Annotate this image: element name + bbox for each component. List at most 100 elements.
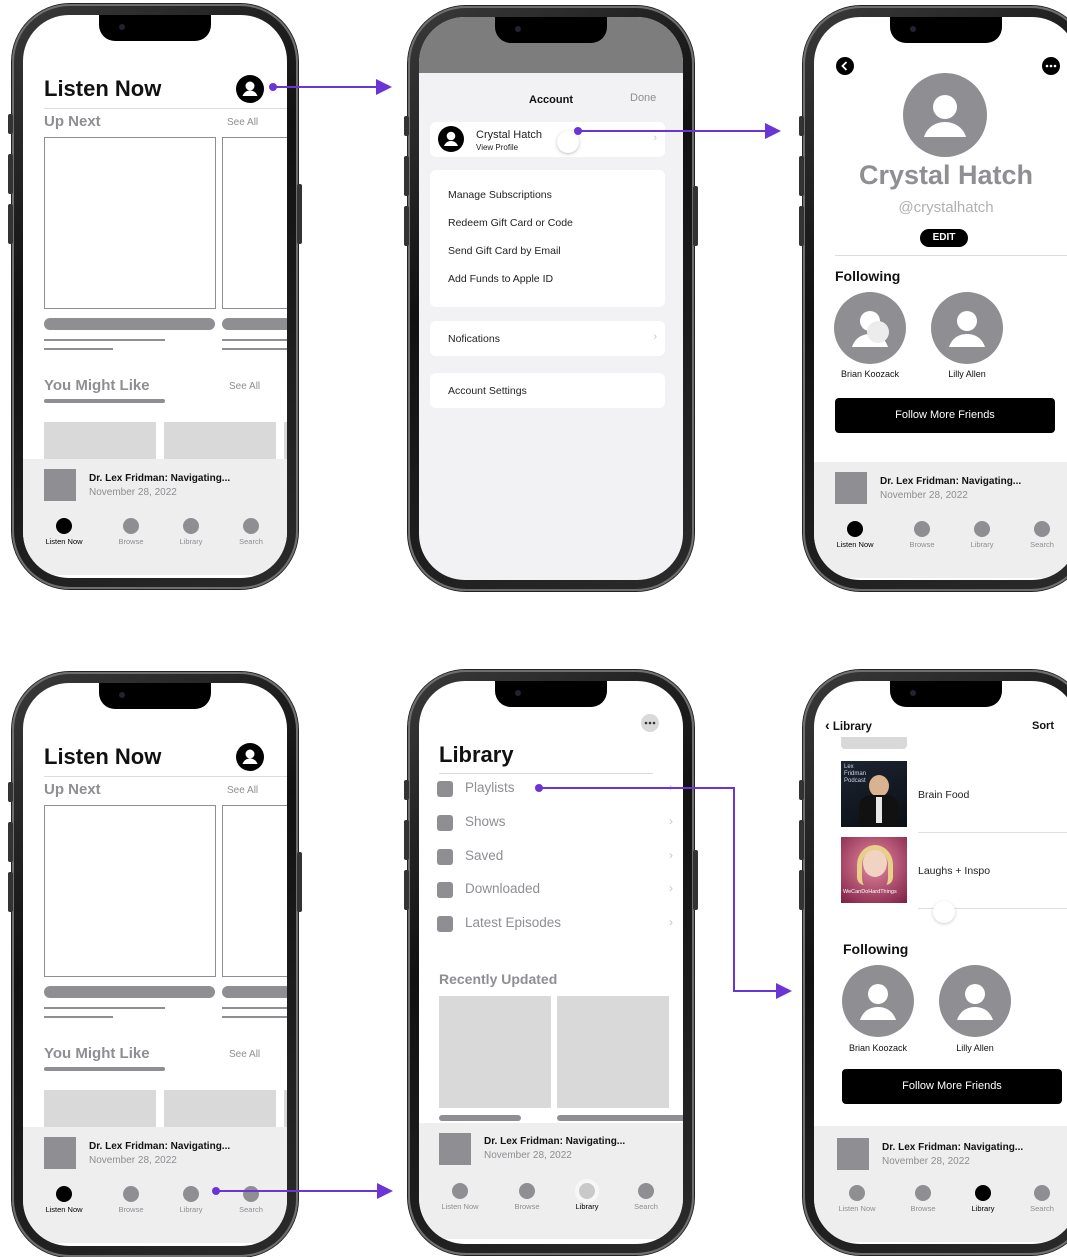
mini-player[interactable]: Dr. Lex Fridman: Navigating... November …	[814, 462, 1067, 518]
tab-listen-now[interactable]: Listen Now	[825, 521, 885, 549]
edit-button[interactable]: EDIT	[920, 229, 968, 247]
phone-account: Account Done Crystal Hatch View Profile …	[404, 6, 698, 591]
friend-avatar[interactable]	[931, 292, 1003, 364]
phone-listen-now-bottom: Listen Now Up Next See All You Might Lik…	[8, 672, 302, 1257]
mini-player-title: Dr. Lex Fridman: Navigating...	[484, 1136, 626, 1147]
tab-search[interactable]: Search	[1012, 521, 1067, 549]
mini-player-artwork	[835, 472, 867, 504]
episode-card[interactable]	[222, 137, 287, 309]
menu-item[interactable]: Send Gift Card by Email	[448, 245, 561, 257]
person-icon	[957, 984, 993, 1020]
back-button[interactable]	[836, 57, 854, 75]
profile-avatar	[438, 126, 464, 152]
profile-handle: @crystalhatch	[898, 199, 994, 216]
ellipsis-icon	[644, 721, 656, 725]
follow-more-friends-button[interactable]: Follow More Friends	[842, 1069, 1062, 1104]
person-icon	[852, 311, 889, 347]
tab-listen-now[interactable]: Listen Now	[430, 1183, 490, 1211]
page-title: Library	[439, 742, 514, 767]
mini-player[interactable]: Dr. Lex Fridman: Navigating... November …	[814, 1126, 1067, 1182]
tab-browse[interactable]: Browse	[101, 1186, 161, 1214]
tab-listen-now[interactable]: Listen Now	[827, 1185, 887, 1213]
episode-card[interactable]	[44, 137, 216, 309]
tab-bar: Listen Now Browse Library Search	[23, 1183, 287, 1243]
show-tile[interactable]	[439, 996, 551, 1108]
mini-player[interactable]: Dr. Lex Fridman: Navigating... November …	[419, 1123, 683, 1179]
person-icon	[860, 984, 896, 1020]
tab-browse[interactable]: Browse	[101, 518, 161, 546]
menu-item[interactable]: Manage Subscriptions	[448, 189, 552, 201]
view-profile-label: View Profile	[476, 143, 519, 152]
friend-name: Lilly Allen	[956, 1043, 994, 1053]
friend-avatar[interactable]	[834, 292, 906, 364]
see-all-link[interactable]: See All	[227, 785, 258, 796]
tab-search[interactable]: Search	[616, 1183, 676, 1211]
library-item-latest-episodes[interactable]: Latest Episodes ›	[437, 912, 673, 938]
tab-search[interactable]: Search	[221, 518, 281, 546]
tab-library[interactable]: Library	[557, 1183, 617, 1211]
see-all-link[interactable]: See All	[229, 381, 260, 392]
account-avatar-button[interactable]	[236, 75, 264, 103]
shows-icon	[437, 815, 453, 831]
mini-player[interactable]: Dr. Lex Fridman: Navigating... November …	[23, 459, 287, 515]
playlist-title[interactable]: Laughs + Inspo	[918, 865, 990, 877]
friend-avatar[interactable]	[842, 965, 914, 1037]
tab-library[interactable]: Library	[953, 1185, 1013, 1213]
more-button[interactable]	[641, 714, 659, 732]
tab-library[interactable]: Library	[161, 1186, 221, 1214]
tab-library[interactable]: Library	[161, 518, 221, 546]
episode-card[interactable]	[222, 805, 287, 977]
profile-row[interactable]: Crystal Hatch View Profile ›	[430, 122, 665, 157]
episodes-icon	[437, 916, 453, 932]
mini-player[interactable]: Dr. Lex Fridman: Navigating... November …	[23, 1127, 287, 1183]
person-icon	[949, 311, 985, 347]
podcast-artwork-wecandohardthings: WeCanDoHardThings	[841, 837, 907, 903]
screen: Listen Now Up Next See All You Might Lik…	[23, 683, 287, 1246]
mini-player-artwork	[44, 1137, 76, 1169]
playlist-title[interactable]: Brain Food	[918, 789, 969, 801]
account-avatar-button[interactable]	[236, 743, 264, 771]
tab-search[interactable]: Search	[1012, 1185, 1067, 1213]
tab-listen-now[interactable]: Listen Now	[34, 518, 94, 546]
menu-item[interactable]: Add Funds to Apple ID	[448, 273, 553, 285]
screen: Account Done Crystal Hatch View Profile …	[419, 17, 683, 580]
friend-name: Brian Koozack	[848, 1043, 908, 1053]
library-item-shows[interactable]: Shows ›	[437, 811, 673, 837]
mini-player-date: November 28, 2022	[882, 1156, 970, 1167]
menu-item[interactable]: Redeem Gift Card or Code	[448, 217, 573, 229]
see-all-link[interactable]: See All	[229, 1049, 260, 1060]
tab-listen-now[interactable]: Listen Now	[34, 1186, 94, 1214]
tab-browse[interactable]: Browse	[892, 521, 952, 549]
friend-avatar[interactable]	[939, 965, 1011, 1037]
page-title: Listen Now	[44, 744, 162, 769]
chevron-right-icon: ›	[653, 331, 657, 343]
episode-card[interactable]	[44, 805, 216, 977]
person-icon	[924, 95, 966, 137]
chevron-left-icon	[841, 61, 848, 71]
tab-search[interactable]: Search	[221, 1186, 281, 1214]
done-button[interactable]: Done	[630, 92, 656, 104]
section-following: Following	[835, 268, 901, 284]
mini-player-artwork	[44, 469, 76, 501]
options-group: Manage Subscriptions Redeem Gift Card or…	[430, 170, 665, 307]
more-button[interactable]	[1042, 57, 1060, 75]
see-all-link[interactable]: See All	[227, 117, 258, 128]
profile-name: Crystal Hatch	[476, 129, 543, 141]
tab-browse[interactable]: Browse	[893, 1185, 953, 1213]
account-settings-row[interactable]: Account Settings	[430, 373, 665, 408]
notifications-row[interactable]: Nofications ›	[430, 321, 665, 356]
mini-player-date: November 28, 2022	[484, 1150, 572, 1161]
library-item-downloaded[interactable]: Downloaded ›	[437, 878, 673, 904]
mini-player-artwork	[439, 1133, 471, 1165]
follow-more-friends-button[interactable]: Follow More Friends	[835, 398, 1055, 433]
chevron-left-icon: ‹	[825, 717, 830, 733]
back-button[interactable]: ‹ Library	[825, 717, 872, 733]
mini-player-artwork	[837, 1138, 869, 1170]
show-tile[interactable]	[557, 996, 669, 1108]
tab-browse[interactable]: Browse	[497, 1183, 557, 1211]
sort-button[interactable]: Sort	[1032, 720, 1054, 732]
tab-library[interactable]: Library	[952, 521, 1012, 549]
library-item-saved[interactable]: Saved ›	[437, 845, 673, 871]
chevron-right-icon: ›	[669, 814, 673, 828]
library-item-playlists[interactable]: Playlists ›	[437, 777, 673, 803]
